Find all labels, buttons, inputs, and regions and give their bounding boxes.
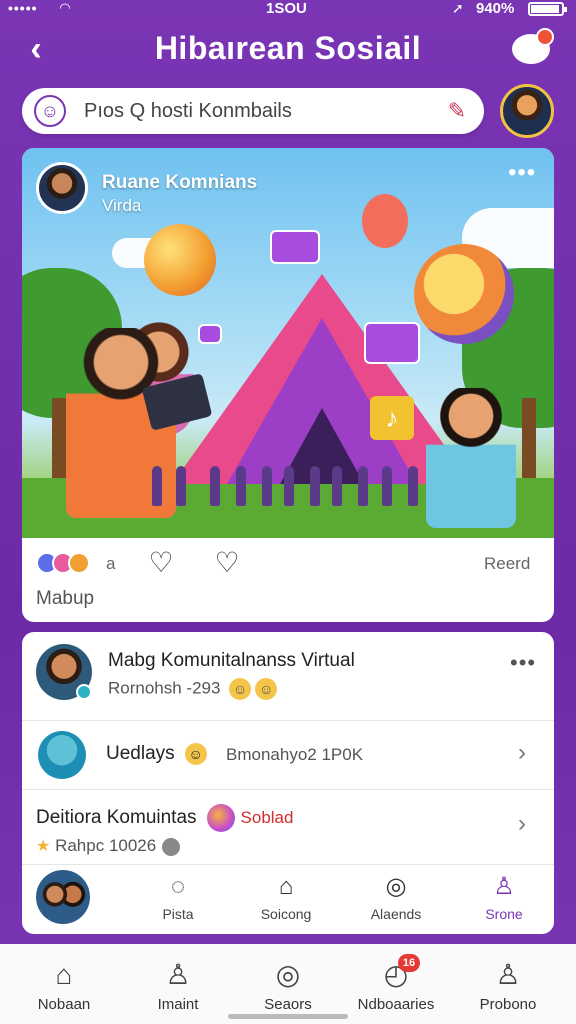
online-status-icon (76, 684, 92, 700)
group-avatar[interactable] (36, 870, 90, 924)
list-item[interactable]: Uedlays ☺ Bmonahyo2 1P0K › (22, 721, 554, 789)
reaction-count: a (106, 554, 116, 573)
post-caption: Mabup (36, 588, 95, 609)
list-item-subtitle: Bmonahyo2 1P0K (226, 745, 364, 764)
reaction-icon (68, 552, 90, 574)
heart-badge-icon (162, 837, 181, 856)
search-row: ☺ ✎ (22, 84, 554, 138)
status-time: 1SOU (266, 0, 307, 17)
page-title: Hibaırean Sosiail (154, 30, 422, 66)
heart-icon (364, 322, 420, 364)
author-avatar[interactable] (36, 162, 88, 214)
balloon-icon (144, 224, 216, 296)
chevron-right-icon[interactable]: › (518, 810, 526, 838)
post-card: ♪ Ruane Komnians Virda ••• a ♡ ♡ Reerd M… (22, 148, 554, 622)
heart-icon[interactable]: ♡ (144, 548, 178, 580)
brand-logo-icon[interactable]: ✎ (442, 96, 472, 126)
list-item[interactable]: Deitiora Komuintas Soblad ★ Rahpc 10026 › (22, 790, 554, 864)
bottom-tab-bar: ⌂ Nobaan ♙ Imaint ◎ Seaors ◴ 16 Ndboaarie… (0, 944, 576, 1024)
sun-character-icon (414, 244, 514, 344)
status-bar: ••••• ◠ 1SOU ➚ 940% (0, 0, 576, 20)
list-item-title: Mabg Komunitalnanss Virtual (108, 650, 355, 671)
community-tag: Soblad (240, 808, 294, 828)
app-header: ‹ Hibaırean Sosiail (0, 26, 576, 78)
list-item-subtitle: ★ Rahpc 10026 (36, 836, 181, 856)
action-inbox[interactable]: ⌂ Soicong (246, 872, 326, 932)
more-options-icon[interactable]: ••• (510, 650, 536, 676)
tab-home[interactable]: ⌂ Nobaan (14, 958, 114, 1018)
chat-float-icon (270, 230, 320, 264)
action-explore[interactable]: ◎ Alaends (356, 872, 436, 932)
post-actions: a ♡ ♡ Reerd Mabup (22, 538, 554, 622)
action-post[interactable]: ◌ Pista (138, 872, 218, 932)
list-item-subtitle: Rornohsh -293 ☺ ☺ (108, 678, 278, 700)
search-input[interactable] (84, 97, 434, 125)
tab-profile[interactable]: ♙ Probono (458, 958, 558, 1018)
wifi-icon: ◠ (60, 0, 70, 15)
comment-icon[interactable]: ♡ (210, 548, 244, 580)
person-icon: ♙ (493, 873, 515, 900)
people-icon: ♙ (165, 959, 191, 990)
author-subtitle: Virda (102, 196, 142, 215)
list-item-title: Deitiora Komuintas Soblad (36, 804, 293, 832)
notifications-icon: ◴ 16 (378, 954, 420, 992)
more-options-icon[interactable]: ••• (508, 161, 536, 185)
inbox-icon: ⌂ (278, 873, 294, 900)
chat-bubble-icon[interactable] (512, 28, 554, 68)
action-profile[interactable]: ♙ Srone (464, 872, 544, 932)
chevron-right-icon[interactable]: › (518, 739, 526, 767)
profile-icon: ♙ (495, 959, 521, 990)
cat-emoji-icon: ☺ (184, 743, 207, 765)
person-figure (426, 388, 516, 528)
star-icon (362, 194, 408, 248)
chat-icon: ◌ (170, 873, 186, 900)
home-indicator[interactable] (228, 1014, 348, 1019)
list-item-title: Uedlays ☺ (106, 743, 207, 765)
signal-icon: ••••• (8, 0, 38, 16)
smile-emoji-icon: ☺ (229, 678, 252, 700)
read-button[interactable]: Reerd (484, 554, 530, 574)
search-bar[interactable]: ☺ ✎ (22, 88, 484, 134)
compass-icon: ◎ (385, 873, 407, 900)
smile-icon[interactable]: ☺ (34, 95, 66, 127)
location-icon: ➚ (452, 0, 464, 16)
trend-icon: ◎ (275, 959, 301, 990)
author-name[interactable]: Ruane Komnians (102, 172, 257, 194)
reaction-summary[interactable]: a (36, 552, 126, 578)
music-note-icon: ♪ (370, 396, 414, 440)
avatar (38, 731, 86, 779)
smile-emoji-icon: ☺ (255, 678, 278, 700)
community-actions-bar: ◌ Pista ⌂ Soicong ◎ Alaends ♙ Srone (22, 864, 554, 934)
home-icon: ⌂ (55, 959, 73, 990)
battery-icon (528, 2, 567, 16)
notification-badge: 16 (398, 954, 420, 972)
battery-percent: 940% (476, 0, 515, 17)
community-list: Mabg Komunitalnanss Virtual Rornohsh -29… (22, 632, 554, 934)
tab-people[interactable]: ♙ Imaint (128, 958, 228, 1018)
post-illustration[interactable]: ♪ Ruane Komnians Virda ••• (22, 148, 554, 538)
list-item[interactable]: Mabg Komunitalnanss Virtual Rornohsh -29… (22, 632, 554, 720)
tab-search[interactable]: ◎ Seaors (238, 958, 338, 1018)
star-icon: ★ (36, 838, 51, 855)
community-badge-icon (206, 804, 235, 832)
chat-badge (536, 28, 554, 46)
profile-avatar[interactable] (500, 84, 554, 138)
tab-notifications[interactable]: ◴ 16 Ndboaaries (346, 954, 446, 1018)
